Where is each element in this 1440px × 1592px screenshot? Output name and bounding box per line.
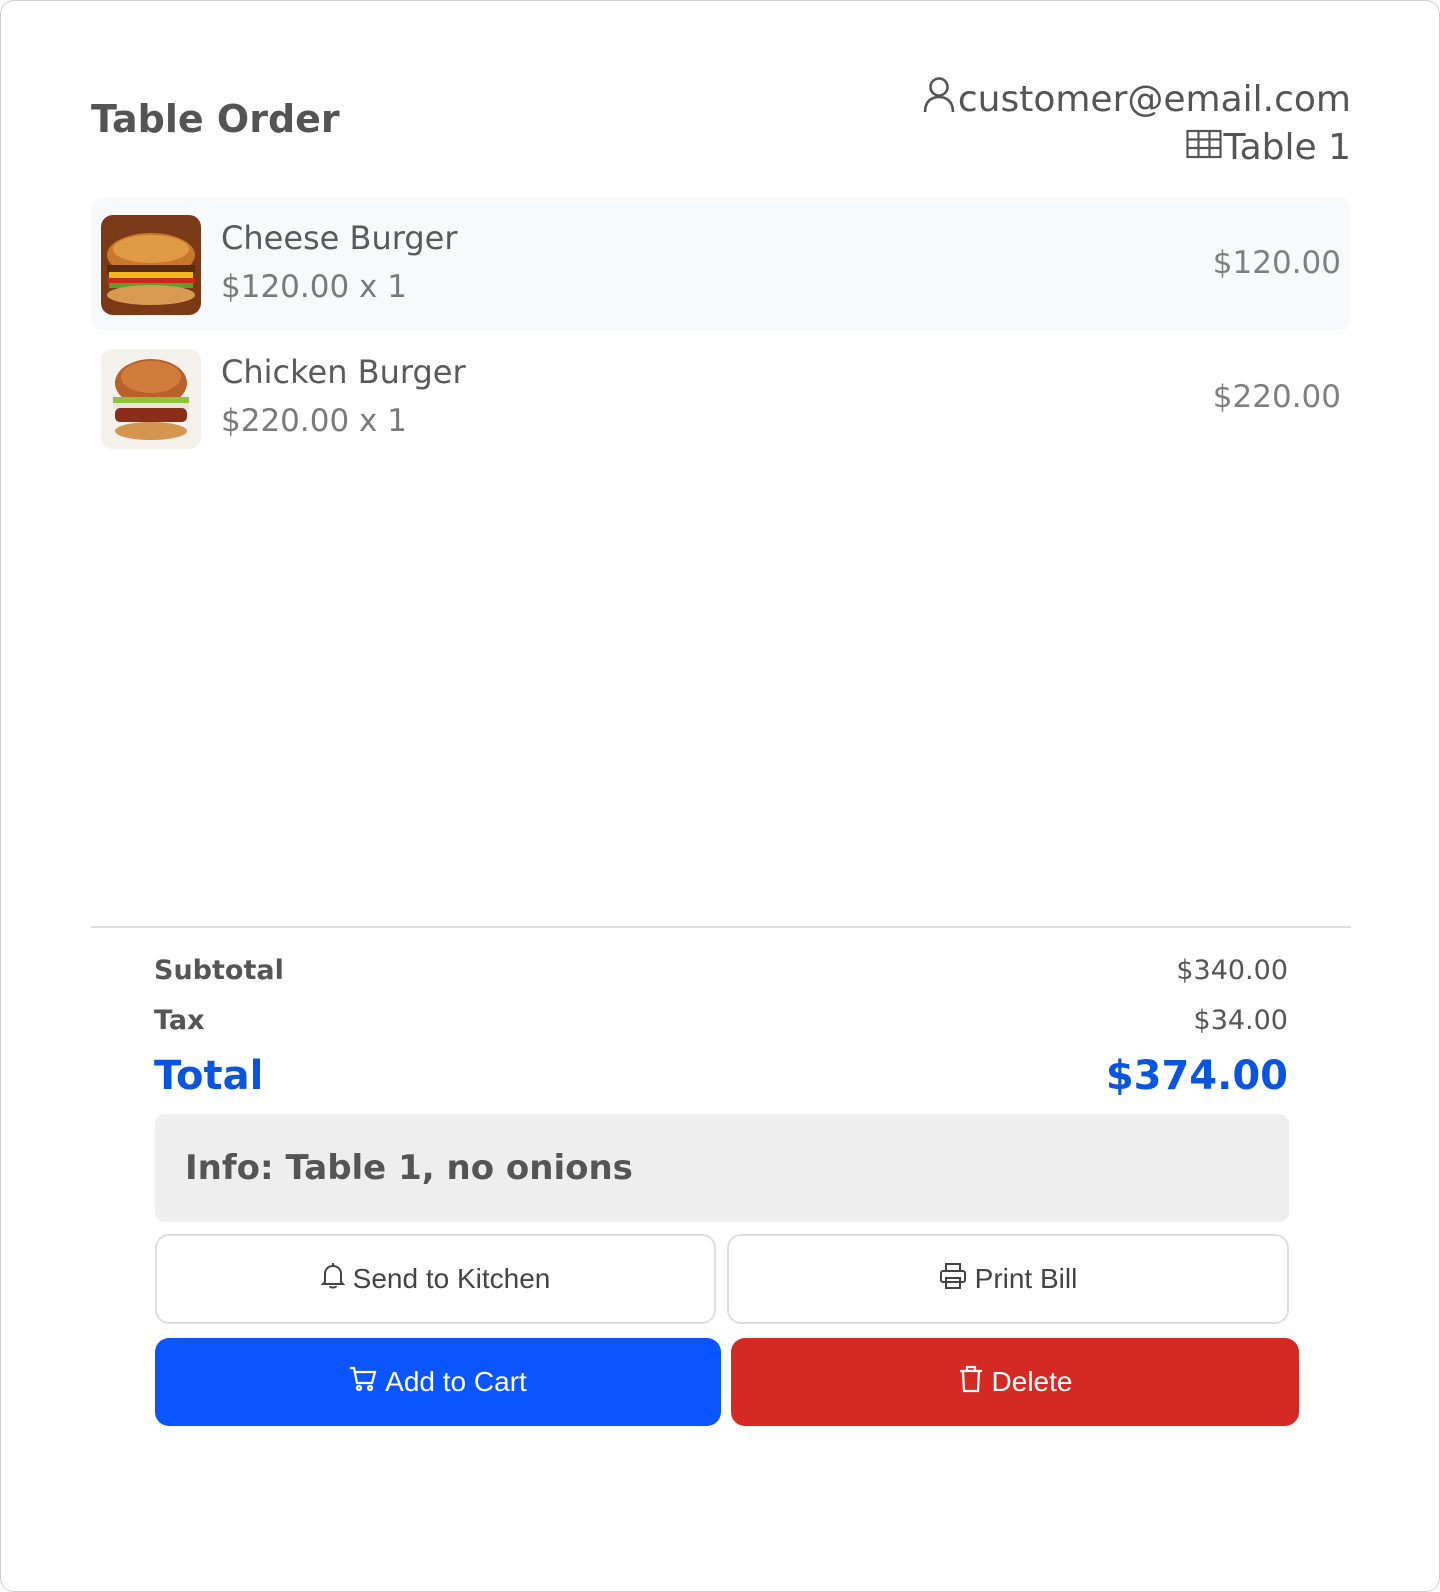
table-grid-icon (1185, 127, 1224, 168)
user-email: customer@email.com (957, 78, 1351, 120)
subtotal-row: Subtotal $340.00 (154, 949, 1288, 999)
user-icon (922, 76, 958, 123)
cheese-burger-image (101, 215, 201, 315)
total-row: Total $374.00 (154, 1049, 1288, 1115)
order-header: Table Order customer@email.com Table 1 (91, 75, 1351, 168)
total-value: $374.00 (1105, 1053, 1288, 1099)
order-item[interactable]: Cheese Burger $120.00 x 1 $120.00 (91, 197, 1351, 331)
subtotal-label: Subtotal (154, 955, 284, 986)
order-summary: Subtotal $340.00 Tax $34.00 Total $374.0… (154, 949, 1288, 1115)
trash-icon (958, 1365, 992, 1400)
add-to-cart-button[interactable]: Add to Cart (155, 1338, 721, 1426)
item-unit-line: $120.00 x 1 (221, 269, 407, 305)
send-to-kitchen-label: Send to Kitchen (352, 1263, 551, 1294)
item-line-total: $120.00 (1212, 245, 1341, 281)
order-info-note: Info: Table 1, no onions (155, 1114, 1289, 1222)
print-bill-label: Print Bill (974, 1263, 1078, 1294)
total-label: Total (154, 1053, 264, 1099)
item-line-total: $220.00 (1212, 379, 1341, 415)
item-name: Cheese Burger (221, 219, 458, 257)
table-info: Table 1 (922, 123, 1351, 171)
chicken-burger-image (101, 349, 201, 449)
order-panel: Table Order customer@email.com Table 1 C… (0, 0, 1440, 1592)
printer-icon (939, 1262, 975, 1297)
delete-label: Delete (991, 1366, 1073, 1397)
order-meta: customer@email.com Table 1 (922, 75, 1351, 171)
bell-icon (320, 1262, 353, 1297)
tax-value: $34.00 (1193, 1005, 1288, 1036)
page-title: Table Order (91, 97, 340, 141)
item-unit-line: $220.00 x 1 (221, 403, 407, 439)
order-item[interactable]: Chicken Burger $220.00 x 1 $220.00 (91, 331, 1351, 465)
tax-row: Tax $34.00 (154, 999, 1288, 1049)
send-to-kitchen-button[interactable]: Send to Kitchen (155, 1234, 716, 1324)
subtotal-value: $340.00 (1176, 955, 1288, 986)
print-bill-button[interactable]: Print Bill (727, 1234, 1289, 1324)
delete-button[interactable]: Delete (731, 1338, 1299, 1426)
order-items-list: Cheese Burger $120.00 x 1 $120.00 Chicke… (91, 197, 1351, 465)
info-text: Info: Table 1, no onions (185, 1148, 633, 1188)
table-label: Table 1 (1223, 126, 1351, 168)
add-to-cart-label: Add to Cart (385, 1366, 527, 1397)
cart-icon (349, 1365, 385, 1400)
summary-divider (91, 926, 1351, 928)
item-name: Chicken Burger (221, 353, 466, 391)
user-info: customer@email.com (922, 75, 1351, 123)
tax-label: Tax (154, 1005, 205, 1036)
